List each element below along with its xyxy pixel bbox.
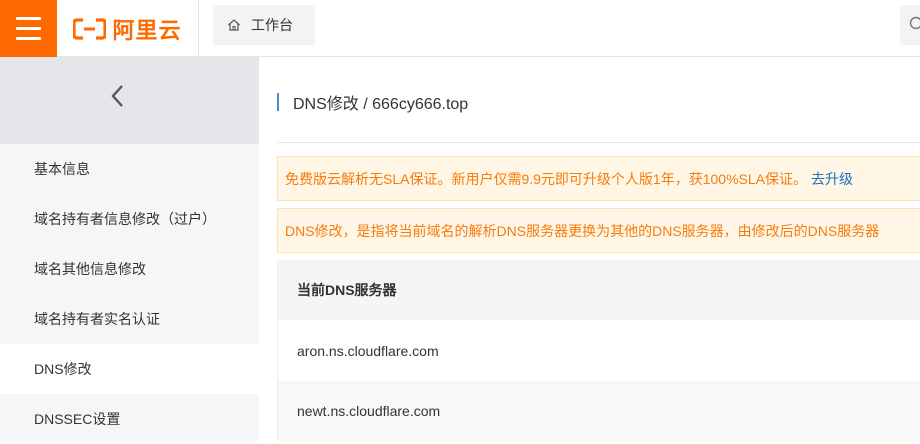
sidebar-item-label: 域名持有者信息修改（过户） [34, 209, 216, 229]
dns-server-value: aron.ns.cloudflare.com [297, 343, 439, 359]
aliyun-logo-icon [73, 18, 106, 40]
search-box[interactable] [900, 5, 920, 45]
title-accent-bar [277, 93, 279, 111]
sidebar-item-other-info[interactable]: 域名其他信息修改 [0, 244, 259, 294]
dns-server-table: 当前DNS服务器 aron.ns.cloudflare.com newt.ns.… [277, 260, 920, 441]
upgrade-notice-text: 免费版云解析无SLA保证。新用户仅需9.9元即可升级个人版1年，获100%SLA… [285, 169, 807, 189]
table-header-label: 当前DNS服务器 [297, 280, 397, 300]
top-navbar: 阿里云 工作台 [0, 0, 920, 57]
upgrade-notice: 免费版云解析无SLA保证。新用户仅需9.9元即可升级个人版1年，获100%SLA… [277, 156, 920, 201]
table-header: 当前DNS服务器 [278, 260, 920, 320]
dns-notice-text: DNS修改，是指将当前域名的解析DNS服务器更换为其他的DNS服务器，由修改后的… [285, 221, 879, 241]
page-title: DNS修改 / 666cy666.top [293, 90, 468, 114]
menu-line-icon [16, 17, 41, 20]
chevron-left-icon [110, 84, 124, 108]
sidebar-collapse-button[interactable] [0, 57, 259, 144]
sidebar-item-label: 域名持有者实名认证 [34, 309, 160, 329]
sidebar-item-label: DNS修改 [34, 359, 92, 379]
upgrade-link[interactable]: 去升级 [811, 169, 853, 189]
workbench-button[interactable]: 工作台 [213, 5, 315, 45]
divider [277, 142, 920, 143]
logo-text: 阿里云 [112, 13, 181, 45]
table-row: aron.ns.cloudflare.com [278, 321, 920, 381]
dns-server-value: newt.ns.cloudflare.com [297, 403, 440, 419]
menu-line-icon [16, 37, 41, 40]
home-icon [227, 18, 241, 32]
sidebar-item-label: 基本信息 [34, 159, 90, 179]
aliyun-logo[interactable]: 阿里云 [57, 0, 199, 57]
menu-line-icon [16, 27, 41, 30]
page-header: DNS修改 / 666cy666.top [277, 91, 468, 113]
hamburger-menu-button[interactable] [0, 0, 57, 57]
sidebar: 基本信息 域名持有者信息修改（过户） 域名其他信息修改 域名持有者实名认证 DN… [0, 57, 259, 441]
table-row: newt.ns.cloudflare.com [278, 381, 920, 441]
sidebar-item-holder-transfer[interactable]: 域名持有者信息修改（过户） [0, 194, 259, 244]
main-content: DNS修改 / 666cy666.top 免费版云解析无SLA保证。新用户仅需9… [259, 57, 920, 441]
search-icon [908, 15, 920, 35]
sidebar-item-label: 域名其他信息修改 [34, 259, 146, 279]
dns-notice: DNS修改，是指将当前域名的解析DNS服务器更换为其他的DNS服务器，由修改后的… [277, 208, 920, 253]
sidebar-item-real-name[interactable]: 域名持有者实名认证 [0, 294, 259, 344]
sidebar-item-basic-info[interactable]: 基本信息 [0, 144, 259, 194]
workbench-label: 工作台 [251, 15, 293, 35]
sidebar-item-dnssec[interactable]: DNSSEC设置 [0, 394, 259, 444]
sidebar-item-label: DNSSEC设置 [34, 409, 120, 429]
sidebar-item-dns-modify[interactable]: DNS修改 [0, 344, 259, 394]
